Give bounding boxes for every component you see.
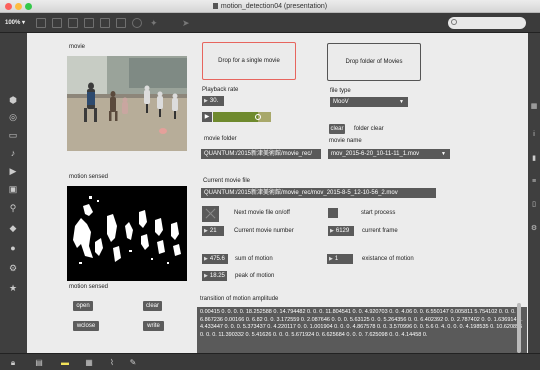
chevron-down-icon: ▼ bbox=[399, 99, 404, 105]
start-process-bang[interactable] bbox=[328, 208, 338, 218]
folder-clear-button[interactable]: clear bbox=[329, 124, 345, 134]
audio-icon[interactable]: ♪ bbox=[8, 148, 18, 158]
chevron-down-icon: ▼ bbox=[441, 151, 446, 157]
current-movie-number-label: Current movie number bbox=[234, 228, 294, 234]
play-button[interactable]: ▶ bbox=[202, 112, 212, 122]
sum-of-motion-label: sum of motion bbox=[235, 256, 273, 262]
open-button[interactable]: open bbox=[73, 301, 93, 311]
clippings-icon[interactable]: ◎ bbox=[8, 112, 18, 122]
toolbar: 100% ▾ ✦ ➤ bbox=[0, 13, 540, 33]
lock-icon[interactable]: 🔒︎ bbox=[8, 358, 18, 367]
existance-of-motion-box[interactable]: ▶ 1 bbox=[327, 254, 353, 264]
inspector-icon[interactable]: ▮ bbox=[530, 155, 538, 163]
hammer-icon[interactable]: ✎ bbox=[128, 358, 138, 367]
peak-of-motion-label: peak of motion bbox=[235, 273, 275, 279]
bracket-icon[interactable]: ▯ bbox=[530, 201, 538, 209]
clear-button[interactable]: clear bbox=[143, 301, 162, 311]
zoom-menu[interactable]: 100% ▾ bbox=[5, 19, 25, 26]
motion-sensed-view bbox=[67, 186, 187, 281]
search-icon bbox=[451, 19, 457, 25]
title-bar: motion_detection04 (presentation) bbox=[0, 0, 540, 13]
playback-slider[interactable] bbox=[213, 112, 271, 122]
next-movie-label: Next movie file on/off bbox=[234, 210, 290, 216]
transition-text-area[interactable]: 0.00415 0. 0. 0. 0. 18.252588 0. 14.7944… bbox=[197, 307, 527, 353]
search-field[interactable] bbox=[448, 17, 526, 29]
window-icon[interactable]: ▤ bbox=[34, 358, 44, 367]
movie-folder-label: movie folder bbox=[204, 136, 237, 142]
canvas-scrollbar[interactable] bbox=[517, 303, 521, 353]
left-sidebar: ⬢ ◎ ▭ ♪ ▶ ▣ ⚲ ◆ ● ⚙ ★ bbox=[0, 33, 27, 353]
write-button[interactable]: write bbox=[143, 321, 164, 331]
target-icon[interactable]: ◆ bbox=[8, 223, 18, 233]
chat-icon[interactable]: ▬ bbox=[60, 358, 70, 367]
file-type-menu[interactable]: MooV ▼ bbox=[330, 97, 408, 107]
current-movie-number-box[interactable]: ▶ 21 bbox=[202, 226, 224, 236]
movie-preview bbox=[67, 56, 187, 151]
current-movie-file-display: QUANTUM:/2015新津美術館/movie_rec/mov_2015-8-… bbox=[201, 188, 436, 198]
lock-icon[interactable] bbox=[36, 18, 46, 28]
video-icon[interactable]: ▶ bbox=[8, 166, 18, 176]
existance-of-motion-label: existance of motion bbox=[362, 256, 414, 262]
star-icon[interactable]: ★ bbox=[8, 283, 18, 293]
new-object-icon[interactable] bbox=[68, 18, 78, 28]
grid-icon[interactable]: ▦ bbox=[84, 358, 94, 367]
playback-slider-fill bbox=[213, 112, 259, 122]
start-process-label: start process bbox=[361, 210, 396, 216]
file-type-label: file type bbox=[330, 88, 351, 94]
settings-icon[interactable]: ⚙ bbox=[8, 263, 18, 273]
debug-icon[interactable]: ✦ bbox=[150, 18, 160, 28]
grid-icon[interactable]: ▦ bbox=[530, 103, 538, 111]
drop-folder-zone[interactable]: Drop folder of Movies bbox=[327, 43, 421, 81]
playback-slider-knob[interactable] bbox=[255, 114, 262, 120]
motion-sensed-label: motion sensed bbox=[69, 174, 109, 180]
transition-label: transition of motion amplitude bbox=[200, 296, 279, 302]
current-frame-box[interactable]: ▶ 6129 bbox=[328, 226, 354, 236]
info-icon[interactable]: i bbox=[530, 131, 538, 139]
bottom-toolbar: 🔒︎ ▤ ▬ ▦ ⌇ ✎ bbox=[0, 353, 540, 370]
movie-name-menu[interactable]: mov_2015-6-20_10-11-11_1.mov ▼ bbox=[328, 149, 450, 159]
wclose-button[interactable]: wclose bbox=[73, 321, 99, 331]
document-icon bbox=[212, 3, 218, 9]
objects-icon[interactable]: ▭ bbox=[8, 130, 18, 140]
patcher-canvas: movie motion sensed motion sensed open c… bbox=[27, 33, 528, 353]
peak-of-motion-box[interactable]: ▶ 18.25 bbox=[202, 271, 227, 281]
movie-name-label: movie name bbox=[329, 138, 362, 144]
pointer-icon[interactable]: ➤ bbox=[182, 18, 192, 28]
chain-icon[interactable]: ⚲ bbox=[8, 203, 18, 213]
drop-single-movie-zone[interactable]: Drop for a single movie bbox=[202, 42, 296, 80]
info-icon[interactable]: ● bbox=[8, 243, 18, 253]
presentation-icon[interactable] bbox=[84, 18, 94, 28]
folder-clear-label: folder clear bbox=[354, 126, 384, 132]
playback-rate-label: Playback rate bbox=[202, 87, 239, 93]
movie-folder-display: QUANTUM:/2015新津美術館/movie_rec/ bbox=[201, 149, 321, 159]
grid-icon[interactable] bbox=[52, 18, 62, 28]
current-frame-label: current frame bbox=[362, 228, 398, 234]
playback-rate-numbox[interactable]: ▶ 30. bbox=[202, 96, 224, 106]
help-icon[interactable] bbox=[132, 18, 142, 28]
text-icon[interactable] bbox=[100, 18, 110, 28]
wand-icon[interactable]: ⌇ bbox=[107, 358, 117, 367]
image-icon[interactable]: ▣ bbox=[8, 184, 18, 194]
image-icon[interactable] bbox=[116, 18, 126, 28]
packages-icon[interactable]: ⬢ bbox=[8, 95, 18, 105]
motion-sensed-label-bottom: motion sensed bbox=[69, 284, 109, 290]
sum-of-motion-box[interactable]: ▶ 475.6 bbox=[202, 254, 228, 264]
right-sidebar: ▦ i ▮ ≡ ▯ ⚙ bbox=[528, 33, 540, 353]
list-icon[interactable]: ≡ bbox=[530, 178, 538, 186]
window-title: motion_detection04 (presentation) bbox=[0, 3, 540, 10]
movie-label: movie bbox=[69, 44, 86, 50]
gear-icon[interactable]: ⚙ bbox=[530, 225, 538, 233]
current-movie-file-label: Current movie file bbox=[203, 178, 251, 184]
next-movie-toggle[interactable] bbox=[202, 206, 219, 222]
